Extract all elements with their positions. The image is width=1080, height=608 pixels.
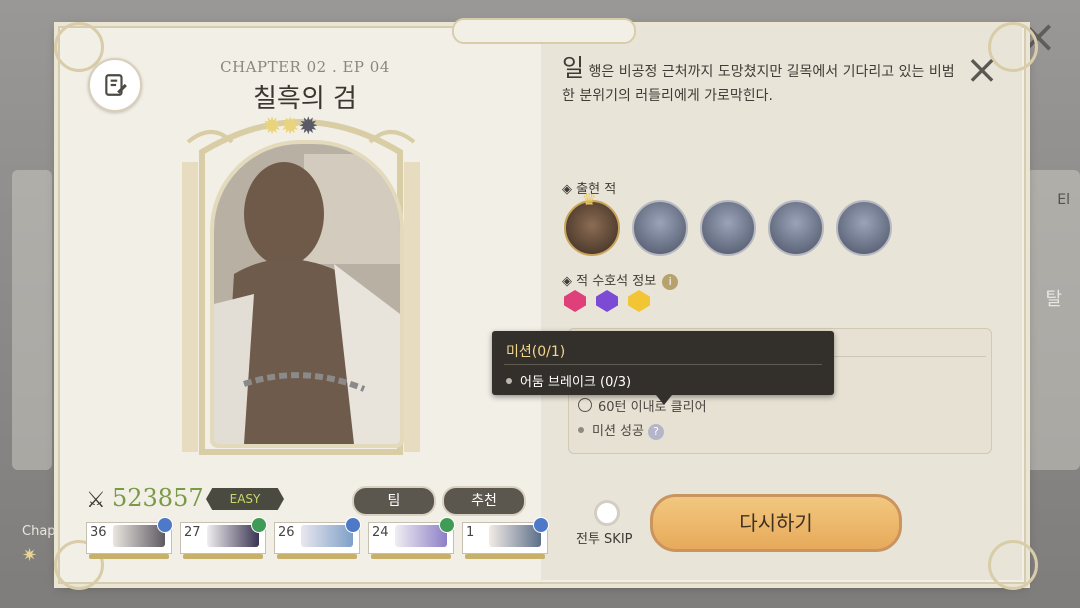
retry-button[interactable]: 다시하기: [650, 494, 902, 552]
help-icon[interactable]: ?: [647, 424, 664, 440]
check-circle-icon: [578, 398, 592, 412]
star-icon: ✹: [262, 112, 282, 140]
battle-skip-toggle[interactable]: [594, 500, 620, 526]
chapter-label: CHAPTER 02 . EP 04: [220, 58, 390, 76]
memo-icon: [105, 74, 127, 96]
guardian-section-label: ◈ 적 수호석 정보 i: [562, 270, 679, 290]
party-exp-bar: [89, 554, 169, 559]
party-list: 36 27 26 24 1: [86, 517, 549, 559]
background-text-el: El: [1057, 192, 1070, 208]
party-exp-bar: [371, 554, 451, 559]
party-slot[interactable]: 26: [274, 517, 361, 559]
class-icon: [345, 517, 361, 533]
enemy-list: ♛: [564, 190, 892, 256]
story-description: 일 행은 비공정 근처까지 도망쳤지만 길목에서 기다리고 있는 비범한 분위기…: [562, 56, 962, 108]
gem-icon[interactable]: [564, 290, 586, 312]
party-level: 1: [466, 525, 475, 540]
star-icon: ✹: [280, 112, 300, 140]
party-level: 26: [278, 525, 295, 540]
memo-button[interactable]: [88, 58, 142, 112]
bullet-icon: [578, 427, 584, 433]
gem-icon[interactable]: [596, 290, 618, 312]
enemy-avatar[interactable]: [700, 200, 756, 256]
info-icon[interactable]: i: [662, 274, 679, 290]
guardian-stone-list: [564, 290, 650, 312]
star-empty-icon: ✹: [298, 112, 318, 140]
background-text: 탈: [1045, 289, 1062, 310]
enemy-avatar[interactable]: [836, 200, 892, 256]
enemy-boss-avatar[interactable]: ♛: [564, 190, 620, 256]
background-star-icon: ✷: [22, 545, 38, 566]
party-level: 27: [184, 525, 201, 540]
mission-item-text: 60턴 이내로 클리어: [598, 400, 707, 415]
stage-stars: ✹✹✹: [262, 112, 318, 140]
boss-portrait-image: [214, 144, 400, 444]
party-slot[interactable]: 1: [462, 517, 549, 559]
tooltip-divider: [504, 364, 822, 365]
mission-item: 60턴 이내로 클리어: [578, 396, 707, 415]
ornament-crest: [452, 18, 636, 44]
crossed-swords-icon: ⚔: [86, 488, 106, 513]
background-panel-left: [12, 170, 52, 470]
mission-item-text: 미션 성공: [592, 424, 644, 439]
difficulty-badge: EASY: [206, 488, 284, 510]
ornament-corner: [988, 540, 1038, 590]
background-chapter-label: Chap: [22, 524, 56, 539]
tooltip-item-text: 어둠 브레이크 (0/3): [520, 375, 632, 390]
stage-title: 칠흑의 검: [253, 84, 357, 114]
character-portrait: [210, 140, 404, 448]
enemy-avatar[interactable]: [768, 200, 824, 256]
crown-icon: ♛: [582, 190, 597, 209]
party-slot[interactable]: 36: [86, 517, 173, 559]
party-exp-bar: [465, 554, 545, 559]
party-exp-bar: [277, 554, 357, 559]
mission-tooltip: 미션(0/1) 어둠 브레이크 (0/3): [492, 331, 834, 405]
class-icon: [251, 517, 267, 533]
tooltip-title: 미션(0/1): [506, 344, 566, 360]
combat-power: 523857: [112, 484, 204, 512]
guardian-section-title: 적 수호석 정보: [576, 274, 657, 289]
bullet-icon: [506, 378, 512, 384]
tooltip-arrow: [656, 395, 672, 405]
team-button[interactable]: 팀: [352, 486, 436, 516]
enemy-avatar[interactable]: [632, 200, 688, 256]
story-text: 행은 비공정 근처까지 도망쳤지만 길목에서 기다리고 있는 비범한 분위기의 …: [562, 64, 955, 104]
class-icon: [439, 517, 455, 533]
background-panel-right: [1026, 170, 1080, 470]
tooltip-item: 어둠 브레이크 (0/3): [506, 371, 631, 390]
gem-icon[interactable]: [628, 290, 650, 312]
close-icon[interactable]: ×: [962, 50, 1002, 90]
class-icon: [157, 517, 173, 533]
party-slot[interactable]: 24: [368, 517, 455, 559]
recommend-button[interactable]: 추천: [442, 486, 526, 516]
party-slot[interactable]: 27: [180, 517, 267, 559]
story-initial: 일: [562, 54, 585, 82]
class-icon: [533, 517, 549, 533]
party-level: 36: [90, 525, 107, 540]
party-level: 24: [372, 525, 389, 540]
battle-skip-label: 전투 SKIP: [576, 532, 633, 547]
mission-item: 미션 성공?: [578, 420, 664, 440]
party-exp-bar: [183, 554, 263, 559]
